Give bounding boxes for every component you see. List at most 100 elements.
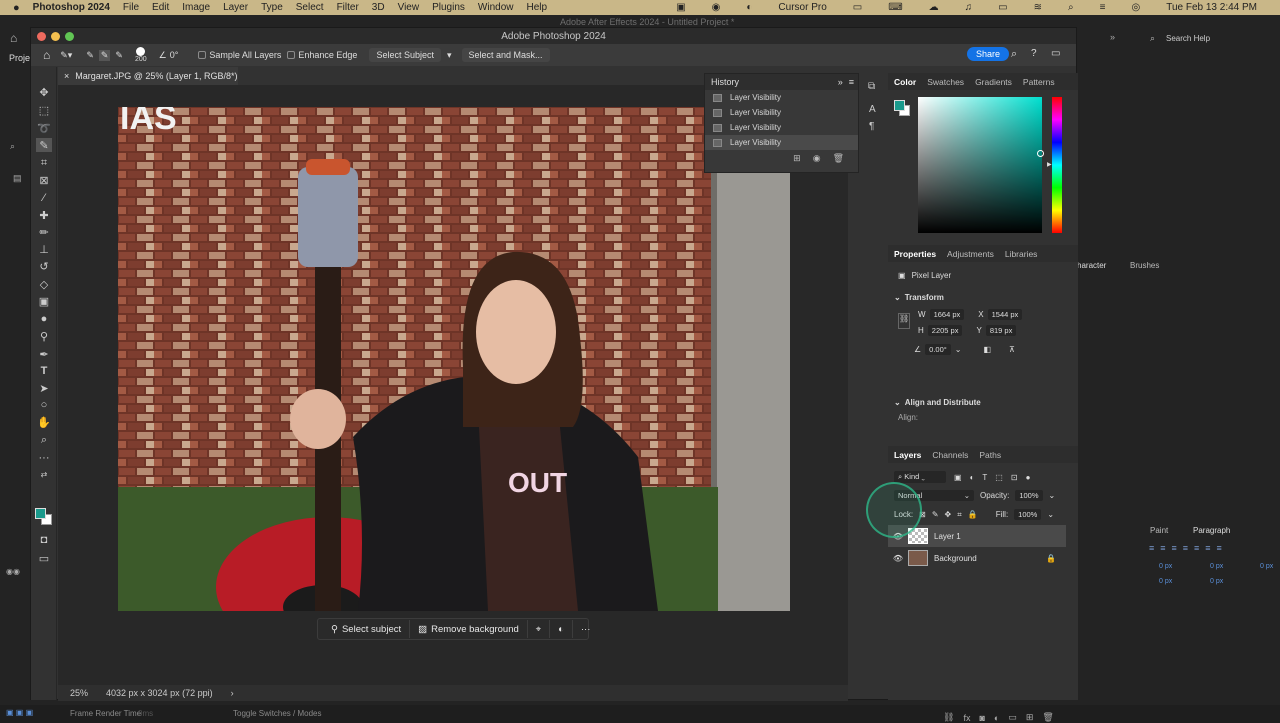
tab-color[interactable]: Color: [894, 77, 916, 87]
ae-indent-left[interactable]: 0 px: [1159, 563, 1172, 570]
battery-icon[interactable]: ▭: [998, 2, 1007, 13]
zoom-tool-icon[interactable]: ⌕: [36, 433, 52, 447]
paragraph-panel-icon[interactable]: ¶: [869, 121, 886, 132]
filter-pixel-icon[interactable]: ▣: [954, 473, 962, 482]
zoom-level[interactable]: 25%: [70, 688, 88, 698]
frame-tool-icon[interactable]: ⊠: [36, 173, 52, 187]
ellipse-tool-icon[interactable]: ○: [36, 398, 52, 412]
healing-brush-icon[interactable]: ✚: [36, 208, 52, 222]
width-field[interactable]: 1664 px: [929, 309, 965, 320]
marquee-tool-icon[interactable]: ⬚: [36, 103, 52, 117]
creative-cloud-icon[interactable]: ☁: [929, 2, 939, 13]
move-tool-icon[interactable]: ✥: [36, 85, 52, 99]
ae-space-left[interactable]: 0 px: [1159, 578, 1172, 585]
angle-field[interactable]: ∠ 0°: [159, 50, 179, 61]
history-tab[interactable]: History: [711, 77, 739, 87]
select-subject-ctx-button[interactable]: ⚲ Select subject: [323, 620, 411, 638]
help-icon[interactable]: ?: [1031, 48, 1037, 59]
quick-selection-tool-icon[interactable]: ✎: [36, 138, 52, 152]
color-picker-ring[interactable]: [1037, 150, 1044, 157]
status-arrow-icon[interactable]: ›: [231, 688, 234, 698]
delete-layer-icon[interactable]: 🗑: [1042, 712, 1053, 723]
close-button[interactable]: [37, 32, 46, 41]
tab-paths[interactable]: Paths: [979, 450, 1001, 460]
search-icon[interactable]: ⌕: [1068, 2, 1074, 13]
clone-stamp-icon[interactable]: ⊥: [36, 242, 52, 256]
ae-search-help[interactable]: Search Help: [1166, 34, 1210, 43]
tab-layers[interactable]: Layers: [894, 450, 921, 460]
quick-mask-icon[interactable]: ◘: [36, 533, 52, 547]
layer-lock-icon[interactable]: 🔒: [1046, 554, 1056, 563]
tab-close-icon[interactable]: ×: [64, 71, 69, 81]
menu-image[interactable]: Image: [182, 2, 210, 13]
add-selection-icon[interactable]: ✎: [98, 49, 111, 61]
enhance-edge-checkbox[interactable]: [287, 51, 296, 59]
history-item[interactable]: Layer Visibility: [705, 105, 858, 120]
visibility-eye-icon[interactable]: 👁: [888, 554, 908, 563]
keyboard-icon[interactable]: ⌨: [888, 2, 902, 13]
share-button[interactable]: Share: [967, 47, 1010, 61]
trash-icon[interactable]: 🗑: [833, 153, 844, 164]
quick-selection-preset-icon[interactable]: ✎▾: [60, 50, 72, 61]
fx-icon[interactable]: fx: [963, 713, 970, 723]
link-icon[interactable]: ⛓: [898, 313, 910, 329]
new-document-from-state-icon[interactable]: ⊞: [793, 153, 801, 164]
menu-type[interactable]: Type: [261, 2, 283, 13]
opacity-field[interactable]: 100%: [1015, 490, 1043, 501]
cursor-pro-label[interactable]: Cursor Pro: [778, 2, 826, 13]
ae-brushes-tab[interactable]: Brushes: [1130, 261, 1159, 270]
flip-horizontal-icon[interactable]: ◧: [983, 345, 991, 354]
subtract-selection-icon[interactable]: ✎: [115, 50, 123, 61]
apple-icon[interactable]: ●: [13, 2, 20, 14]
ae-search-icon[interactable]: ⌕: [1150, 33, 1155, 44]
ae-bottom-icons[interactable]: ▣ ▣ ▣: [6, 708, 33, 717]
link-layers-icon[interactable]: ⛓: [943, 712, 954, 723]
swap-colors-icon[interactable]: ⇄: [36, 467, 52, 481]
brush-size-picker[interactable]: 200: [135, 47, 147, 63]
home-icon[interactable]: ⌂: [43, 48, 50, 62]
brush-tool-icon[interactable]: ✏: [36, 225, 52, 239]
workspace-icon[interactable]: ▭: [1051, 48, 1060, 59]
filter-toggle-icon[interactable]: ●: [1026, 473, 1031, 482]
ae-paragraph-tab[interactable]: Paragraph: [1193, 526, 1230, 535]
remove-background-button[interactable]: ▨ Remove background: [410, 620, 528, 638]
hand-tool-icon[interactable]: ✋: [36, 415, 52, 429]
color-fg-swatch[interactable]: [894, 100, 905, 111]
tab-channels[interactable]: Channels: [932, 450, 968, 460]
history-brush-icon[interactable]: ↺: [36, 259, 52, 273]
menu-help[interactable]: Help: [526, 2, 547, 13]
home-icon[interactable]: ⌂: [10, 31, 17, 45]
lock-artboard-icon[interactable]: ⌗: [957, 510, 962, 520]
menu-plugins[interactable]: Plugins: [432, 2, 465, 13]
clock[interactable]: Tue Feb 13 2:44 PM: [1166, 2, 1257, 13]
filter-smart-icon[interactable]: ⊡: [1011, 473, 1018, 482]
history-panel-icon[interactable]: ⧉: [868, 81, 886, 92]
document-canvas-photo[interactable]: IAS OUT: [118, 107, 790, 611]
ae-double-arrow-icon[interactable]: »: [1110, 32, 1115, 42]
wifi-icon[interactable]: ≋: [1034, 2, 1042, 13]
pen-tool-icon[interactable]: ✒: [36, 347, 52, 361]
adjustment-layer-icon[interactable]: ◐: [994, 713, 999, 723]
siri-icon[interactable]: ◎: [1131, 2, 1140, 13]
new-group-icon[interactable]: ▭: [1008, 712, 1017, 723]
history-item[interactable]: Layer Visibility: [705, 90, 858, 105]
ae-space-mid[interactable]: 0 px: [1210, 578, 1223, 585]
menu-select[interactable]: Select: [296, 2, 324, 13]
menu-filter[interactable]: Filter: [337, 2, 359, 13]
tab-gradients[interactable]: Gradients: [975, 77, 1012, 87]
menu-window[interactable]: Window: [478, 2, 514, 13]
ae-character-tab[interactable]: haracter: [1077, 261, 1106, 270]
new-layer-icon[interactable]: ⊞: [1026, 712, 1034, 723]
character-panel-icon[interactable]: A: [869, 104, 886, 115]
flip-vertical-icon[interactable]: ⊼: [1009, 345, 1015, 354]
tab-swatches[interactable]: Swatches: [927, 77, 964, 87]
ae-left-search-icon[interactable]: ⌕: [10, 141, 15, 152]
lock-image-icon[interactable]: ✎: [932, 510, 939, 519]
path-selection-icon[interactable]: ➤: [36, 381, 52, 395]
adobe-icon[interactable]: ▣: [676, 2, 685, 13]
filter-type-icon[interactable]: T: [982, 473, 987, 482]
tab-patterns[interactable]: Patterns: [1023, 77, 1055, 87]
layer-row-background[interactable]: 👁 Background 🔒: [888, 547, 1066, 569]
menu-layer[interactable]: Layer: [223, 2, 248, 13]
zoom-button[interactable]: [65, 32, 74, 41]
